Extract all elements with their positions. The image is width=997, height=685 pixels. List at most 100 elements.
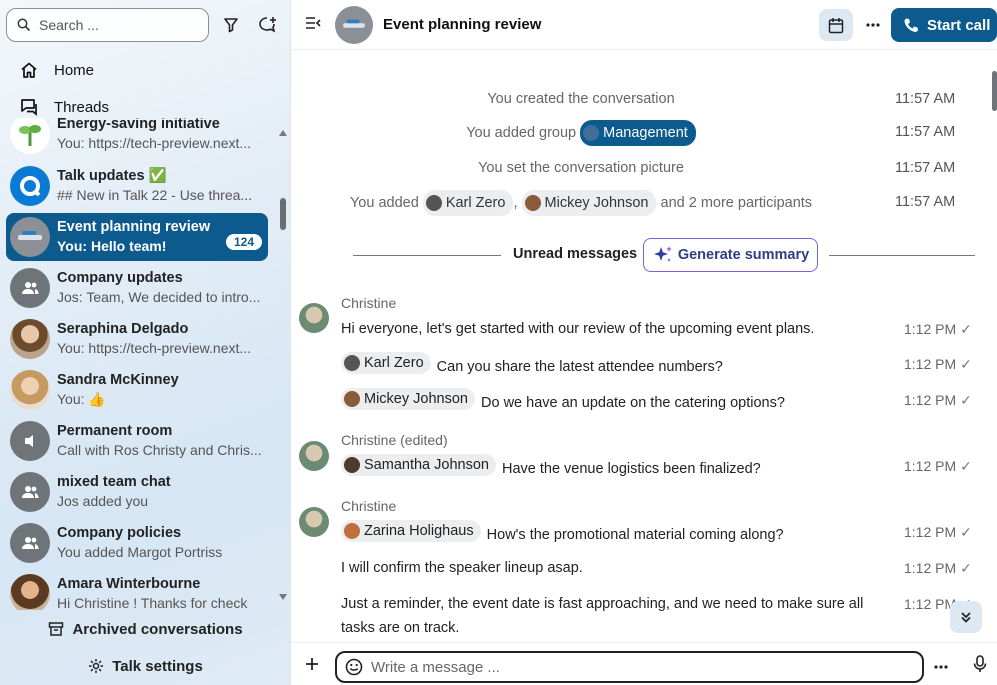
nav-home[interactable]: Home — [6, 53, 282, 87]
unread-count-badge: 124 — [225, 234, 262, 250]
user-mention-chip[interactable]: Zarina Holighaus — [341, 520, 481, 542]
message-time: 1:12 PM✓ — [904, 560, 972, 576]
conversation-item[interactable]: Seraphina Delgado You: https://tech-prev… — [6, 315, 268, 363]
message-author: Christine (edited) — [341, 432, 448, 448]
check-icon: ✓ — [960, 524, 972, 540]
conversation-name: Company policies — [57, 525, 182, 541]
calendar-button[interactable] — [819, 9, 853, 41]
author-avatar[interactable] — [299, 507, 329, 537]
system-message-text: You set the conversation picture — [478, 160, 684, 176]
message-time: 11:57 AM — [895, 91, 956, 107]
conversation-item[interactable]: Energy-saving initiative You: https://te… — [6, 118, 268, 158]
avatar — [10, 166, 50, 206]
message-time: 1:12 PM✓ — [904, 524, 972, 540]
conversation-item[interactable]: Company policies You added Margot Portri… — [6, 519, 268, 567]
system-message-text: You added group Management — [291, 120, 871, 146]
conversation-item-active[interactable]: Event planning review You: Hello team! 1… — [6, 213, 268, 261]
user-mention-chip[interactable]: Mickey Johnson — [341, 388, 475, 410]
conversation-preview: You: https://tech-preview.next... — [57, 340, 252, 356]
new-conversation-button[interactable] — [253, 10, 283, 40]
conversation-list[interactable]: Energy-saving initiative You: https://te… — [0, 118, 291, 610]
user-mention-chip[interactable]: Karl Zero — [422, 190, 514, 216]
archived-conversations-button[interactable]: Archived conversations — [0, 612, 291, 646]
conversation-item[interactable]: Sandra McKinney You: 👍 — [6, 366, 268, 414]
conversation-item[interactable]: Company updates Jos: Team, We decided to… — [6, 264, 268, 312]
search-row — [6, 8, 284, 42]
generate-summary-label: Generate summary — [677, 247, 810, 263]
room-icon — [25, 435, 33, 447]
nav-home-label: Home — [54, 61, 95, 79]
message-input-box[interactable] — [335, 651, 924, 683]
unread-label: Unread messages — [513, 246, 638, 262]
add-attachment-button[interactable] — [305, 653, 319, 675]
user-mention-chip[interactable]: Karl Zero — [341, 352, 431, 374]
menu-collapse-icon — [306, 17, 321, 29]
conversation-preview: Hi Christine ! Thanks for check — [57, 595, 248, 610]
scrollbar-thumb[interactable] — [280, 198, 286, 230]
generate-summary-button[interactable]: Generate summary — [643, 238, 818, 272]
author-avatar[interactable] — [299, 303, 329, 333]
search-box[interactable] — [6, 8, 209, 42]
avatar — [10, 370, 50, 410]
conversation-name: Talk updates ✅ — [57, 168, 167, 184]
start-call-button[interactable]: Start call — [891, 8, 997, 42]
conversation-item[interactable]: mixed team chat Jos added you — [6, 468, 268, 516]
conversation-title[interactable]: Event planning review — [383, 16, 541, 33]
scroll-to-bottom-button[interactable] — [950, 601, 982, 633]
calendar-icon — [828, 17, 844, 33]
avatar — [344, 355, 360, 371]
conversation-text: Energy-saving initiative You: https://te… — [57, 118, 262, 153]
message-input[interactable] — [371, 658, 891, 676]
conversation-avatar[interactable] — [335, 5, 373, 44]
divider-line — [829, 255, 975, 256]
conversation-preview: You added Margot Portriss — [57, 544, 223, 560]
emoji-icon[interactable] — [345, 658, 363, 676]
system-message: You created the conversation 11:57 AM — [291, 87, 997, 111]
unread-divider: Unread messages Generate summary — [353, 238, 975, 272]
avatar — [10, 118, 50, 154]
conversation-name: Sandra McKinney — [57, 372, 179, 388]
conversation-text: mixed team chat Jos added you — [57, 473, 262, 511]
user-mention-chip[interactable]: Samantha Johnson — [341, 454, 496, 476]
voice-message-button[interactable] — [973, 655, 987, 676]
user-mention-label: Mickey Johnson — [544, 195, 649, 211]
conversation-item[interactable]: Permanent room Call with Ros Christy and… — [6, 417, 268, 465]
group-icon — [22, 486, 39, 498]
toggle-sidebar-button[interactable] — [305, 16, 321, 33]
plus-icon — [306, 658, 318, 670]
author-avatar[interactable] — [299, 441, 329, 471]
check-icon: ✓ — [960, 321, 972, 337]
nav-threads-label: Threads — [54, 98, 110, 116]
composer-more-button[interactable] — [934, 656, 948, 672]
message-text: Samantha Johnson Have the venue logistic… — [341, 454, 881, 481]
conversation-item[interactable]: Talk updates ✅ ## New in Talk 22 - Use t… — [6, 162, 268, 210]
chat-panel: Event planning review Start call You cre… — [291, 0, 997, 685]
filter-icon — [224, 18, 238, 33]
search-input[interactable] — [39, 17, 189, 33]
group-mention-chip[interactable]: Management — [580, 120, 696, 146]
avatar — [10, 421, 50, 461]
message-time: 1:12 PM✓ — [904, 458, 972, 474]
filter-button[interactable] — [216, 10, 246, 40]
conversation-item[interactable]: Amara Winterbourne Hi Christine ! Thanks… — [6, 570, 268, 610]
conversation-preview: ## New in Talk 22 - Use threa... — [57, 187, 253, 203]
more-options-button[interactable] — [861, 9, 885, 41]
user-mention-chip[interactable]: Mickey Johnson — [521, 190, 657, 216]
conversation-scrollbar[interactable] — [279, 120, 287, 610]
conversation-name: Seraphina Delgado — [57, 321, 189, 337]
messages-scrollbar[interactable] — [992, 55, 997, 635]
message-time: 1:12 PM✓ — [904, 321, 972, 337]
scrollbar-thumb[interactable] — [992, 71, 997, 111]
avatar — [10, 268, 50, 308]
archive-icon — [49, 622, 64, 636]
message-time: 11:57 AM — [895, 194, 956, 210]
message-text: Karl Zero Can you share the latest atten… — [341, 352, 881, 379]
conversation-text: Amara Winterbourne Hi Christine ! Thanks… — [57, 575, 262, 610]
event-picture-icon — [18, 231, 42, 240]
system-message-suffix: and 2 more participants — [660, 194, 813, 211]
group-avatar-icon — [583, 125, 600, 141]
microphone-icon — [973, 655, 987, 672]
talk-settings-button[interactable]: Talk settings — [0, 649, 291, 683]
message-time: 11:57 AM — [895, 124, 956, 140]
divider-line — [353, 255, 501, 256]
